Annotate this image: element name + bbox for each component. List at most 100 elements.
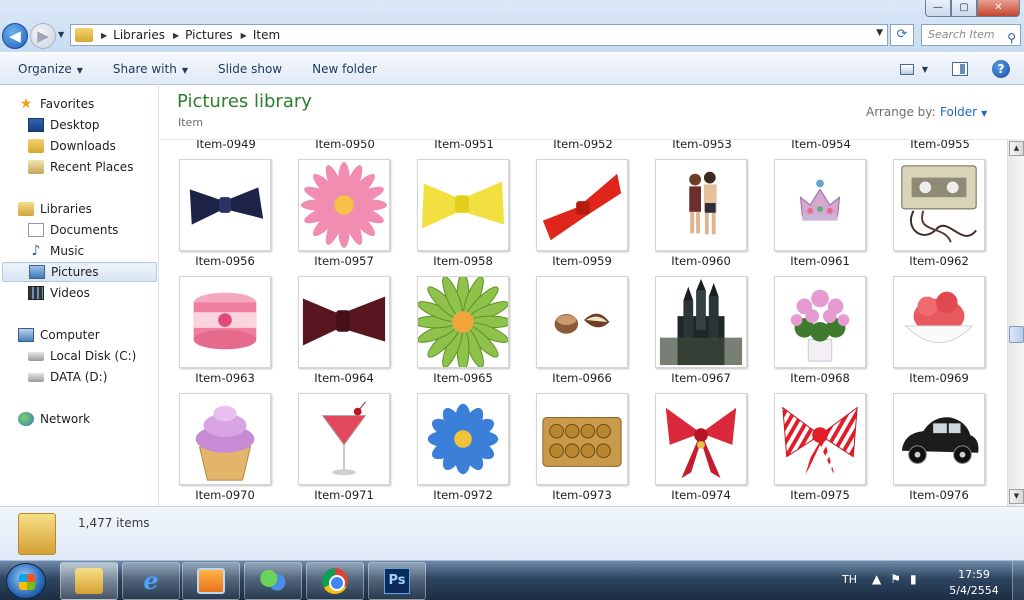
image-thumbnail[interactable] bbox=[536, 393, 628, 485]
image-thumbnail[interactable] bbox=[655, 393, 747, 485]
new-folder-button[interactable]: New folder bbox=[312, 62, 377, 76]
image-thumbnail[interactable] bbox=[774, 159, 866, 251]
list-item[interactable]: Item-0969 bbox=[889, 371, 989, 385]
image-thumbnail[interactable] bbox=[417, 159, 509, 251]
change-view-icon[interactable] bbox=[899, 63, 914, 75]
taskbar-messenger[interactable] bbox=[244, 562, 302, 600]
image-thumbnail[interactable] bbox=[298, 276, 390, 368]
nav-desktop[interactable]: Desktop bbox=[28, 115, 157, 135]
address-bar[interactable]: ▶ Libraries ▶ Pictures ▶ Item ▼ bbox=[70, 24, 888, 46]
nav-pictures[interactable]: Pictures bbox=[2, 262, 157, 282]
image-thumbnail[interactable] bbox=[655, 276, 747, 368]
nav-computer[interactable]: Computer bbox=[18, 325, 157, 345]
taskbar-chrome[interactable] bbox=[306, 562, 364, 600]
forward-button[interactable]: ▶ bbox=[30, 23, 56, 49]
nav-videos[interactable]: Videos bbox=[28, 283, 157, 303]
close-button[interactable]: ✕ bbox=[977, 0, 1020, 17]
breadcrumb-libraries[interactable]: Libraries bbox=[113, 28, 165, 42]
list-item[interactable]: Item-0956 bbox=[175, 254, 275, 268]
list-item[interactable]: Item-0952 bbox=[533, 140, 633, 151]
nav-libraries[interactable]: Libraries bbox=[18, 199, 157, 219]
list-item[interactable]: Item-0965 bbox=[413, 371, 513, 385]
preview-pane-icon[interactable] bbox=[952, 62, 968, 76]
help-icon[interactable]: ? bbox=[992, 60, 1010, 78]
maximize-button[interactable]: ▢ bbox=[951, 0, 977, 17]
taskbar-media-player[interactable] bbox=[182, 562, 240, 600]
list-item[interactable]: Item-0961 bbox=[770, 254, 870, 268]
nav-local-disk[interactable]: Local Disk (C:) bbox=[28, 346, 157, 366]
taskbar-photoshop[interactable]: Ps bbox=[368, 562, 426, 600]
back-button[interactable]: ◀ bbox=[2, 23, 28, 49]
scroll-thumb[interactable] bbox=[1009, 326, 1024, 343]
image-thumbnail[interactable] bbox=[536, 159, 628, 251]
nav-music[interactable]: ♪ Music bbox=[28, 241, 157, 261]
breadcrumb-item[interactable]: Item bbox=[253, 28, 280, 42]
scroll-down-button[interactable]: ▼ bbox=[1009, 489, 1024, 504]
recent-pages-dropdown[interactable]: ▼ bbox=[58, 30, 64, 39]
scroll-up-button[interactable]: ▲ bbox=[1009, 141, 1024, 156]
list-item[interactable]: Item-0953 bbox=[652, 140, 752, 151]
nav-data-disk[interactable]: DATA (D:) bbox=[28, 367, 157, 387]
image-thumbnail[interactable] bbox=[179, 276, 271, 368]
image-thumbnail[interactable] bbox=[298, 393, 390, 485]
nav-documents[interactable]: Documents bbox=[28, 220, 157, 240]
image-thumbnail[interactable] bbox=[179, 393, 271, 485]
image-thumbnail[interactable] bbox=[774, 393, 866, 485]
chevron-right-icon[interactable]: ▶ bbox=[241, 31, 247, 40]
image-thumbnail[interactable] bbox=[655, 159, 747, 251]
list-item[interactable]: Item-0970 bbox=[175, 488, 275, 502]
list-item[interactable]: Item-0963 bbox=[175, 371, 275, 385]
list-item[interactable]: Item-0971 bbox=[294, 488, 394, 502]
list-item[interactable]: Item-0957 bbox=[294, 254, 394, 268]
list-item[interactable]: Item-0962 bbox=[889, 254, 989, 268]
refresh-button[interactable]: ⟳ bbox=[890, 24, 914, 46]
list-item[interactable]: Item-0967 bbox=[651, 371, 751, 385]
slide-show-button[interactable]: Slide show bbox=[218, 62, 282, 76]
taskbar-internet-explorer[interactable]: e bbox=[122, 562, 180, 600]
view-options-dropdown[interactable]: ▼ bbox=[922, 65, 928, 74]
list-item[interactable]: Item-0968 bbox=[770, 371, 870, 385]
image-thumbnail[interactable] bbox=[298, 159, 390, 251]
flag-icon[interactable]: ⚑ bbox=[890, 572, 910, 586]
list-item[interactable]: Item-0974 bbox=[651, 488, 751, 502]
list-item[interactable]: Item-0954 bbox=[771, 140, 871, 151]
list-item[interactable]: Item-0976 bbox=[889, 488, 989, 502]
list-item[interactable]: Item-0949 bbox=[176, 140, 276, 151]
chevron-right-icon[interactable]: ▶ bbox=[101, 31, 107, 40]
image-thumbnail[interactable] bbox=[417, 393, 509, 485]
search-icon[interactable]: ⚲ bbox=[1007, 28, 1016, 48]
image-thumbnail[interactable] bbox=[774, 276, 866, 368]
language-indicator[interactable]: TH bbox=[842, 573, 857, 586]
list-item[interactable]: Item-0951 bbox=[414, 140, 514, 151]
taskbar-explorer[interactable] bbox=[60, 562, 118, 600]
list-item[interactable]: Item-0959 bbox=[532, 254, 632, 268]
list-item[interactable]: Item-0966 bbox=[532, 371, 632, 385]
list-item[interactable]: Item-0955 bbox=[890, 140, 990, 151]
battery-icon[interactable]: ▮ bbox=[910, 572, 926, 586]
list-item[interactable]: Item-0975 bbox=[770, 488, 870, 502]
image-thumbnail[interactable] bbox=[893, 276, 985, 368]
clock[interactable]: 17:59 5/4/2554 bbox=[944, 567, 1004, 599]
organize-button[interactable]: Organize ▼ bbox=[18, 62, 83, 76]
list-item[interactable]: Item-0964 bbox=[294, 371, 394, 385]
breadcrumb-pictures[interactable]: Pictures bbox=[185, 28, 233, 42]
show-hidden-icons-icon[interactable]: ▲ bbox=[872, 572, 890, 586]
image-thumbnail[interactable] bbox=[893, 393, 985, 485]
image-thumbnail[interactable] bbox=[536, 276, 628, 368]
list-item[interactable]: Item-0973 bbox=[532, 488, 632, 502]
nav-favorites[interactable]: ★ Favorites bbox=[18, 94, 157, 114]
show-desktop-button[interactable] bbox=[1012, 561, 1024, 600]
arrange-by-dropdown[interactable]: Folder ▼ bbox=[940, 105, 987, 119]
vertical-scrollbar[interactable]: ▲ ▼ bbox=[1007, 140, 1024, 506]
nav-recent-places[interactable]: Recent Places bbox=[28, 157, 157, 177]
list-item[interactable]: Item-0958 bbox=[413, 254, 513, 268]
nav-network[interactable]: Network bbox=[18, 409, 157, 429]
minimize-button[interactable]: — bbox=[925, 0, 951, 17]
image-thumbnail[interactable] bbox=[179, 159, 271, 251]
start-button[interactable] bbox=[6, 563, 46, 599]
list-item[interactable]: Item-0972 bbox=[413, 488, 513, 502]
address-history-dropdown[interactable]: ▼ bbox=[876, 28, 883, 38]
system-tray[interactable]: ▲⚑▮ bbox=[872, 572, 926, 586]
image-thumbnail[interactable] bbox=[417, 276, 509, 368]
list-item[interactable]: Item-0950 bbox=[295, 140, 395, 151]
